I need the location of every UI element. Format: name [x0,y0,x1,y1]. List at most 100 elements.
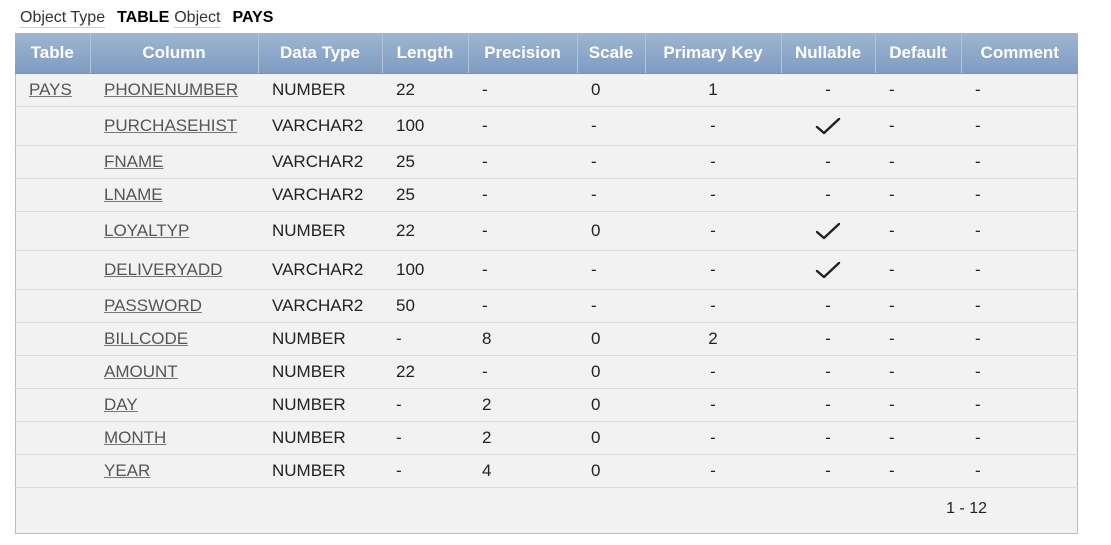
comment-cell: - [961,250,1078,290]
length-cell: 22 [382,355,468,389]
col-header-precision[interactable]: Precision [468,33,578,74]
comment-cell: - [961,145,1078,179]
table-row: DAY NUMBER - 2 0 - - - - [15,388,1078,422]
precision-cell: - [468,106,577,146]
checkmark-icon [815,260,841,280]
nullable-cell: - [781,73,875,107]
table-row: YEAR NUMBER - 4 0 - - - - [15,454,1078,488]
column-name-link[interactable]: BILLCODE [90,322,258,356]
empty-table-cell [15,145,90,179]
data-type-cell: VARCHAR2 [258,178,382,212]
empty-table-cell [15,388,90,422]
column-name-link[interactable]: LOYALTYP [90,211,258,251]
data-type-cell: NUMBER [258,73,382,107]
object-label: Object [174,9,221,28]
empty-table-cell [15,178,90,212]
column-name-link[interactable]: PURCHASEHIST [90,106,258,146]
empty-table-cell [15,289,90,323]
default-cell: - [875,421,961,455]
empty-table-cell [15,454,90,488]
comment-cell: - [961,106,1078,146]
checkmark-icon [815,221,841,241]
col-header-comment[interactable]: Comment [961,33,1078,74]
col-header-default[interactable]: Default [875,33,962,74]
col-header-data-type[interactable]: Data Type [258,33,383,74]
col-header-table[interactable]: Table [15,33,91,74]
column-name-link[interactable]: MONTH [90,421,258,455]
col-header-scale[interactable]: Scale [577,33,646,74]
scale-cell: 0 [577,211,645,251]
data-type-cell: NUMBER [258,355,382,389]
scale-cell: - [577,250,645,290]
column-name-link[interactable]: AMOUNT [90,355,258,389]
precision-cell: - [468,355,577,389]
comment-cell: - [961,178,1078,212]
nullable-cell [781,106,875,146]
precision-cell: 2 [468,421,577,455]
precision-cell: - [468,73,577,107]
table-name-link[interactable]: PAYS [15,73,90,107]
length-cell: - [382,454,468,488]
default-cell: - [875,73,961,107]
empty-table-cell [15,106,90,146]
primary-key-cell: - [645,250,781,290]
data-type-cell: VARCHAR2 [258,250,382,290]
col-header-nullable[interactable]: Nullable [781,33,876,74]
scale-cell: - [577,178,645,212]
checkmark-icon [815,116,841,136]
primary-key-cell: - [645,145,781,179]
primary-key-cell: - [645,355,781,389]
object-type-label: Object Type [20,9,106,28]
primary-key-cell: - [645,211,781,251]
length-cell: 100 [382,106,468,146]
column-name-link[interactable]: LNAME [90,178,258,212]
precision-cell: - [468,250,577,290]
data-type-cell: NUMBER [258,211,382,251]
table-row: LNAME VARCHAR2 25 - - - - - - [15,178,1078,212]
length-cell: 25 [382,178,468,212]
col-header-column[interactable]: Column [90,33,259,74]
precision-cell: 4 [468,454,577,488]
table-row: PURCHASEHIST VARCHAR2 100 - - - - - [15,106,1078,146]
default-cell: - [875,289,961,323]
columns-table: Table Column Data Type Length Precision … [15,33,1078,488]
scale-cell: 0 [577,421,645,455]
column-name-link[interactable]: DAY [90,388,258,422]
table-row: PASSWORD VARCHAR2 50 - - - - - - [15,289,1078,323]
primary-key-cell: - [645,178,781,212]
precision-cell: - [468,178,577,212]
comment-cell: - [961,211,1078,251]
comment-cell: - [961,355,1078,389]
object-name-value: PAYS [232,9,274,26]
col-header-primary-key[interactable]: Primary Key [645,33,782,74]
column-name-link[interactable]: PHONENUMBER [90,73,258,107]
primary-key-cell: - [645,421,781,455]
column-name-link[interactable]: DELIVERYADD [90,250,258,290]
scale-cell: 0 [577,73,645,107]
nullable-cell [781,211,875,251]
comment-cell: - [961,289,1078,323]
table-row: MONTH NUMBER - 2 0 - - - - [15,421,1078,455]
primary-key-cell: - [645,388,781,422]
primary-key-cell: 1 [645,73,781,107]
scale-cell: 0 [577,322,645,356]
object-info: Object Type TABLE Object PAYS [20,8,278,28]
col-header-length[interactable]: Length [382,33,469,74]
column-name-link[interactable]: PASSWORD [90,289,258,323]
length-cell: - [382,322,468,356]
columns-report: Table Column Data Type Length Precision … [15,33,1078,534]
length-cell: - [382,388,468,422]
nullable-cell: - [781,388,875,422]
primary-key-cell: - [645,454,781,488]
empty-table-cell [15,250,90,290]
column-name-link[interactable]: YEAR [90,454,258,488]
comment-cell: - [961,454,1078,488]
precision-cell: 2 [468,388,577,422]
nullable-cell: - [781,322,875,356]
precision-cell: - [468,289,577,323]
primary-key-cell: - [645,106,781,146]
default-cell: - [875,145,961,179]
column-name-link[interactable]: FNAME [90,145,258,179]
primary-key-cell: - [645,289,781,323]
scale-cell: - [577,145,645,179]
